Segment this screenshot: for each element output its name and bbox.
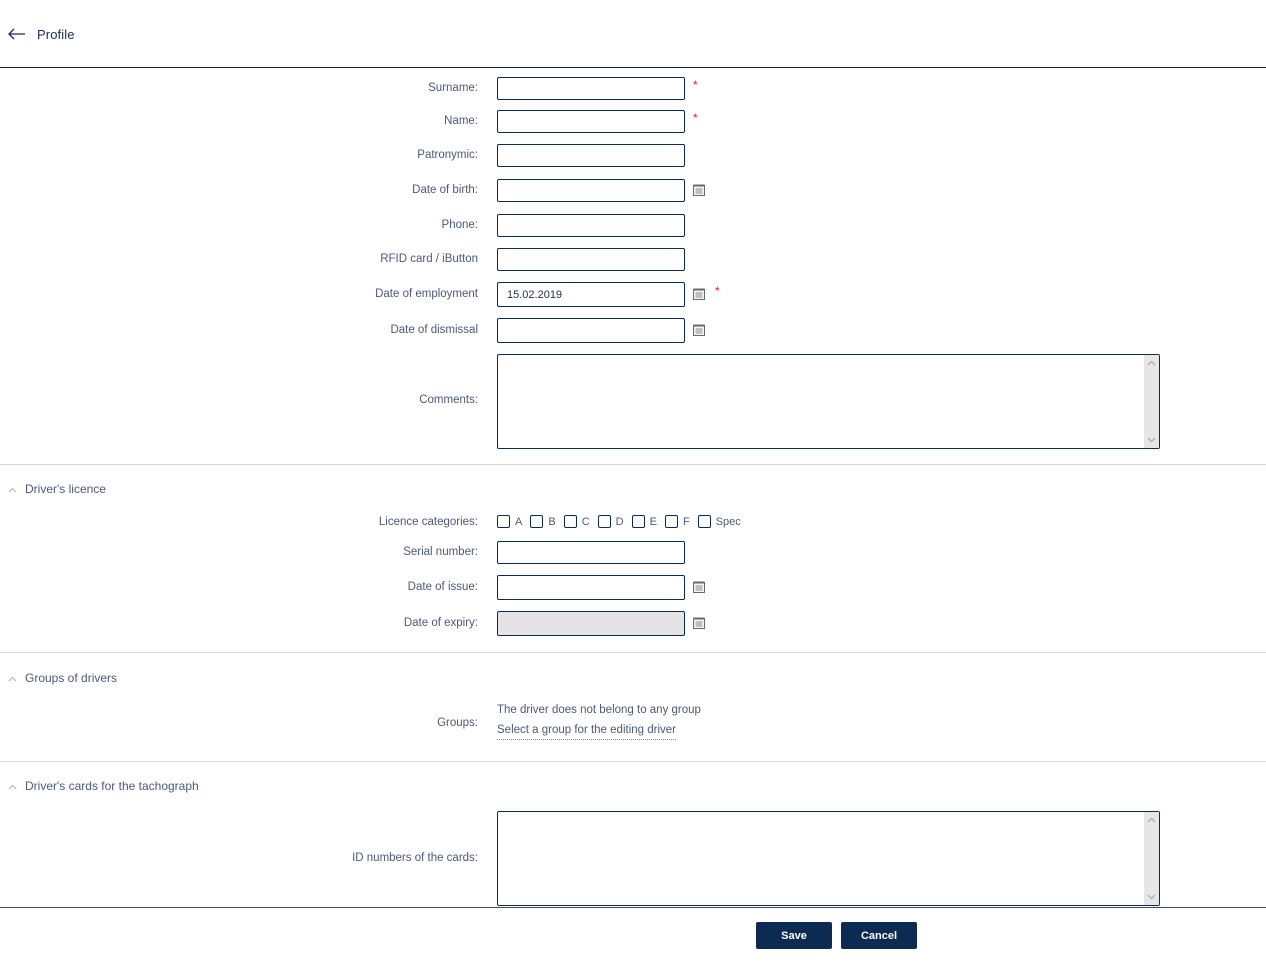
header: Profile [0,0,1266,68]
scroll-up-icon[interactable] [1144,357,1159,369]
date-of-birth-input[interactable] [497,179,685,202]
scroll-up-icon[interactable] [1144,814,1159,826]
category-d-checkbox[interactable]: D [597,515,624,528]
category-e-checkbox[interactable]: E [631,515,657,528]
groups-note: The driver does not belong to any group [497,704,701,716]
section-divider [0,761,1266,762]
card-ids-scrollbar[interactable] [1144,812,1159,905]
checkbox-box[interactable] [697,515,711,528]
calendar-icon[interactable] [693,580,705,598]
checkbox-label: Spec [715,515,741,528]
surname-required-mark: * [693,78,698,92]
section-divider [0,464,1266,465]
checkbox-label: E [649,515,657,528]
date-of-issue-label: Date of issue: [407,581,478,593]
name-label: Name: [444,115,478,127]
phone-label: Phone: [441,219,478,231]
comments-label: Comments: [419,394,478,406]
date-of-birth-label: Date of birth: [412,184,478,196]
date-of-expiry-label: Date of expiry: [403,617,478,629]
checkbox-label: A [515,515,523,528]
checkbox-label: C [581,515,590,528]
scroll-down-icon[interactable] [1144,434,1159,446]
arrow-left-icon [8,28,26,40]
calendar-icon[interactable] [693,183,705,201]
category-spec-checkbox[interactable]: Spec [697,515,741,528]
surname-input[interactable] [497,77,685,100]
page-title: Profile [37,26,75,42]
date-of-employment-label: Date of employment [375,288,478,300]
phone-input[interactable] [497,214,685,237]
select-group-link[interactable]: Select a group for the editing driver [497,724,676,740]
card-ids-label: ID numbers of the cards: [352,852,478,864]
name-input[interactable] [497,110,685,133]
groups-section-toggle[interactable]: Groups of drivers [8,669,117,687]
calendar-icon[interactable] [693,323,705,341]
name-required-mark: * [693,111,698,125]
calendar-icon[interactable] [693,287,705,305]
checkbox-label: B [548,515,556,528]
checkbox-box[interactable] [597,515,611,528]
cancel-button[interactable]: Cancel [841,922,917,949]
comments-textarea[interactable] [497,354,1160,449]
category-c-checkbox[interactable]: C [563,515,590,528]
comments-scrollbar[interactable] [1144,355,1159,448]
tachograph-section-toggle[interactable]: Driver's cards for the tachograph [8,777,199,795]
save-button[interactable]: Save [756,922,832,949]
patronymic-input[interactable] [497,144,685,167]
date-of-issue-input[interactable] [497,575,685,600]
licence-categories-label: Licence categories: [378,516,478,528]
checkbox-box[interactable] [631,515,645,528]
category-b-checkbox[interactable]: B [530,515,556,528]
back-button[interactable]: Profile [8,24,75,44]
date-of-expiry-input [497,611,685,636]
date-of-employment-required-mark: * [715,284,720,298]
chevron-up-icon [8,669,17,687]
rfid-label: RFID card / iButton [380,253,478,265]
date-of-dismissal-input[interactable] [497,318,685,343]
checkbox-box[interactable] [563,515,577,528]
tachograph-section-title: Driver's cards for the tachograph [25,779,199,793]
serial-number-input[interactable] [497,541,685,564]
checkbox-label: F [682,515,690,528]
category-f-checkbox[interactable]: F [664,515,690,528]
chevron-up-icon [8,480,17,498]
card-ids-textarea[interactable] [497,811,1160,906]
checkbox-label: D [615,515,624,528]
patronymic-label: Patronymic: [417,149,478,161]
footer-divider [0,907,1266,908]
checkbox-box[interactable] [664,515,678,528]
checkbox-box[interactable] [497,515,510,528]
checkbox-box[interactable] [530,515,544,528]
section-divider [0,652,1266,653]
groups-section-title: Groups of drivers [25,671,118,685]
form-scroll-area: Surname: * Name: * Patronymic: Date of b… [0,68,1266,907]
surname-label: Surname: [428,82,478,94]
serial-number-label: Serial number: [403,546,478,558]
date-of-employment-input[interactable]: 15.02.2019 [497,282,685,307]
category-a-checkbox[interactable]: A [497,515,522,528]
licence-section-toggle[interactable]: Driver's licence [8,480,106,498]
chevron-up-icon [8,777,17,795]
calendar-icon[interactable] [693,616,705,634]
licence-categories: A B C D E F Spec [497,515,749,528]
rfid-input[interactable] [497,248,685,271]
date-of-dismissal-label: Date of dismissal [390,324,478,336]
licence-section-title: Driver's licence [25,482,106,496]
groups-label: Groups: [437,717,478,729]
scroll-down-icon[interactable] [1144,891,1159,903]
